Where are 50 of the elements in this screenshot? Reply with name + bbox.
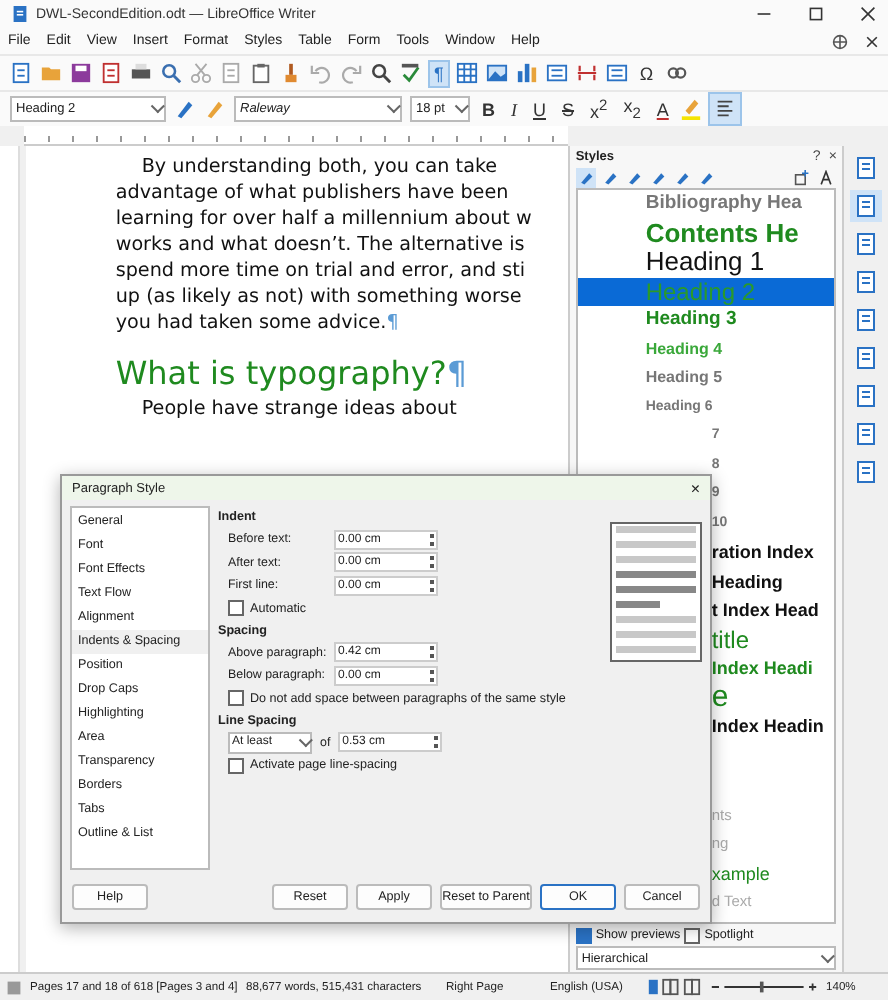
style-item[interactable]: Heading 5 [577,364,835,393]
close-button[interactable]: × [690,479,700,497]
body-paragraph: By understanding both, you can take advantage of what publishers have been learning for over half a millennium about w works and what doesn’t. The alternative is spend more time on trial and error, and sti up (as likely as not) with something worse you had taken some advice.¶ [115,154,534,336]
globe-icon[interactable] [832,33,848,49]
page-line-spacing-checkbox[interactable] [228,757,244,773]
style-actions-icon[interactable] [816,167,837,187]
format-button[interactable]: U [529,97,550,121]
link-icon[interactable] [665,62,688,84]
page-break-icon[interactable] [575,62,598,84]
maximize-icon[interactable] [808,6,824,22]
close-icon[interactable] [860,6,876,22]
table-icon[interactable] [455,62,478,84]
field-icon[interactable] [605,62,628,84]
paragraph-preview-drawing [610,522,702,662]
format-button[interactable]: A [652,97,673,121]
format-button[interactable]: S [558,97,579,121]
app-icon [12,6,28,22]
format-button[interactable]: B [478,97,499,121]
document-heading: What is typography?¶ [115,354,470,392]
view-layout-icon[interactable] [646,978,702,996]
zoom-slider[interactable] [710,978,818,996]
format-button[interactable]: I [507,97,521,121]
formatting-marks-button[interactable]: ¶ [430,61,448,85]
brush-icon[interactable] [280,62,302,84]
chart-icon[interactable] [515,62,538,84]
slider-thumb[interactable] [759,981,764,993]
document-status-icon [6,979,22,995]
style-item[interactable]: Contents He [577,219,835,248]
document-icon[interactable] [10,62,32,84]
spellcheck-icon[interactable] [400,62,422,84]
no-space-checkbox[interactable] [228,690,244,706]
special-character-button[interactable]: Ω [635,61,658,85]
style-item[interactable]: Heading 3 [577,306,835,335]
style-item[interactable]: Bibliography Hea [577,190,835,219]
image-icon[interactable] [485,62,508,84]
align-left-icon[interactable] [710,94,741,124]
close-icon[interactable] [864,33,880,49]
text-box-icon[interactable] [545,62,568,84]
print-preview-icon[interactable] [160,62,182,84]
printer-icon[interactable] [130,62,152,84]
style-item[interactable]: Heading 1 [577,248,835,277]
automatic-checkbox[interactable] [228,600,244,616]
spotlight-checkbox[interactable] [684,927,701,943]
format-button[interactable]: x$_{2}$ [619,94,645,124]
show-previews-checkbox[interactable] [575,927,592,943]
clipboard-icon[interactable] [250,62,272,84]
body-paragraph: People have strange ideas about [139,396,459,422]
style-category-icon[interactable] [575,167,596,187]
format-button[interactable]: x$^{2}$ [586,94,612,124]
new-style-icon[interactable] [792,167,813,187]
